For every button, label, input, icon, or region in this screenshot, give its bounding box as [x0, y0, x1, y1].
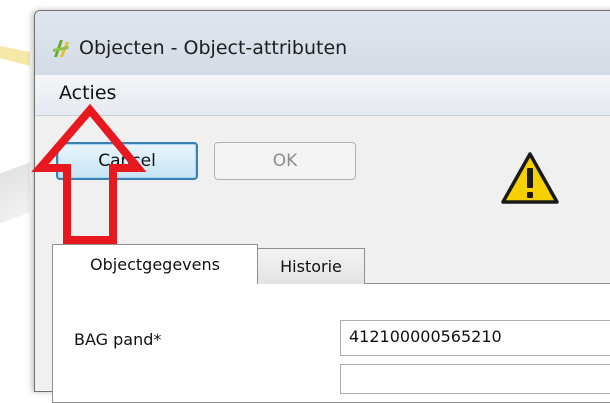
tab-historie[interactable]: Historie — [257, 248, 365, 284]
next-field-input[interactable] — [340, 364, 610, 394]
bag-pand-input[interactable]: 412100000565210 — [340, 320, 610, 356]
tab-objectgegevens[interactable]: Objectgegevens — [52, 244, 258, 284]
bag-pand-label: BAG pand* — [74, 330, 162, 349]
cancel-button[interactable]: Cancel — [56, 142, 198, 180]
menu-bar: Acties — [35, 75, 610, 116]
warning-icon — [501, 152, 559, 204]
title-bar[interactable]: Objecten - Object-attributen — [35, 11, 610, 75]
qgis-logo-icon — [53, 40, 69, 57]
menu-acties[interactable]: Acties — [59, 82, 116, 104]
window-title: Objecten - Object-attributen — [79, 37, 348, 59]
ok-button[interactable]: OK — [214, 142, 356, 180]
